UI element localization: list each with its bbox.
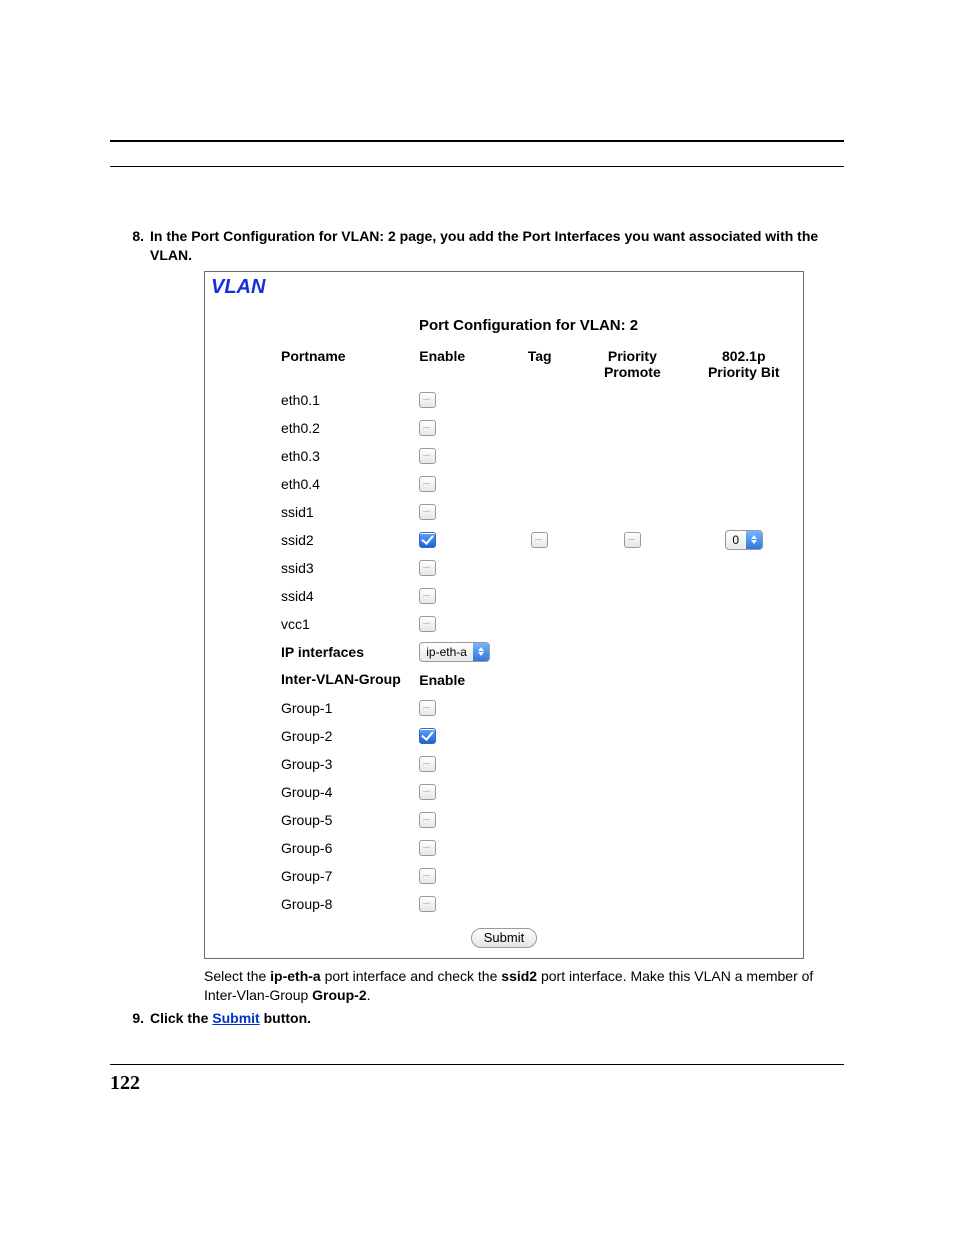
table-row: eth0.1 xyxy=(275,386,795,414)
table-row: ssid1 xyxy=(275,498,795,526)
checkbox-enable[interactable] xyxy=(419,504,436,520)
step-number: 9. xyxy=(110,1009,150,1028)
table-row: Group-8 xyxy=(275,890,795,918)
rule-footer xyxy=(110,1064,844,1065)
group-name: Group-7 xyxy=(275,862,413,890)
section-title: Port Configuration for VLAN: 2 xyxy=(205,299,803,344)
panel-heading: VLAN xyxy=(205,276,803,299)
table-row: Group-6 xyxy=(275,834,795,862)
port-name: ssid1 xyxy=(275,498,413,526)
group-name: Group-1 xyxy=(275,694,413,722)
table-row: vcc1 xyxy=(275,610,795,638)
text: Select the xyxy=(204,968,270,984)
vlan-config-panel: VLAN Port Configuration for VLAN: 2 Port… xyxy=(204,271,804,959)
text-bold: ip-eth-a xyxy=(270,968,321,984)
ip-interfaces-label: IP interfaces xyxy=(275,638,413,666)
group-name: Group-3 xyxy=(275,750,413,778)
rule-top xyxy=(110,140,844,142)
submit-link[interactable]: Submit xyxy=(212,1010,259,1026)
col-8021p: 802.1p Priority Bit xyxy=(692,344,795,386)
step-number: 8. xyxy=(110,227,150,265)
checkbox-enable[interactable] xyxy=(419,420,436,436)
table-row: Group-4 xyxy=(275,778,795,806)
text-bold: ssid2 xyxy=(501,968,537,984)
checkbox-priority-promote[interactable] xyxy=(624,532,641,548)
step-text: In the Port Configuration for VLAN: 2 pa… xyxy=(150,227,844,265)
port-name: ssid2 xyxy=(275,526,413,554)
submit-button[interactable]: Submit xyxy=(471,928,537,948)
stepper-icon xyxy=(473,643,489,661)
text-bold: Group-2 xyxy=(312,987,366,1003)
stepper-icon xyxy=(746,531,762,549)
checkbox-enable[interactable] xyxy=(419,896,436,912)
table-row: eth0.2 xyxy=(275,414,795,442)
checkbox-enable[interactable] xyxy=(419,756,436,772)
step-text: Click the Submit button. xyxy=(150,1009,844,1028)
table-row: Group-5 xyxy=(275,806,795,834)
inter-vlan-enable-label: Enable xyxy=(413,666,507,694)
checkbox-enable[interactable] xyxy=(419,476,436,492)
group-name: Group-6 xyxy=(275,834,413,862)
checkbox-enable[interactable] xyxy=(419,728,436,744)
checkbox-enable[interactable] xyxy=(419,560,436,576)
checkbox-enable[interactable] xyxy=(419,532,436,548)
inter-vlan-header-row: Inter-VLAN-Group Enable xyxy=(275,666,795,694)
checkbox-enable[interactable] xyxy=(419,448,436,464)
port-name: vcc1 xyxy=(275,610,413,638)
step-8: 8. In the Port Configuration for VLAN: 2… xyxy=(110,227,844,265)
table-row: ssid4 xyxy=(275,582,795,610)
table-row: Group-1 xyxy=(275,694,795,722)
table-row: eth0.4 xyxy=(275,470,795,498)
text: button. xyxy=(260,1010,311,1026)
table-row: Group-3 xyxy=(275,750,795,778)
page-number: 122 xyxy=(110,1072,140,1095)
ip-interfaces-select[interactable]: ip-eth-a xyxy=(419,642,490,662)
submit-row: Submit xyxy=(205,918,803,948)
col-priority-promote: Priority Promote xyxy=(572,344,692,386)
checkbox-enable[interactable] xyxy=(419,812,436,828)
checkbox-enable[interactable] xyxy=(419,868,436,884)
group-name: Group-8 xyxy=(275,890,413,918)
select-value: 0 xyxy=(726,533,746,547)
col-portname: Portname xyxy=(275,344,413,386)
checkbox-enable[interactable] xyxy=(419,840,436,856)
group-name: Group-5 xyxy=(275,806,413,834)
text: port interface and check the xyxy=(321,968,502,984)
ip-interfaces-row: IP interfaces ip-eth-a xyxy=(275,638,795,666)
checkbox-enable[interactable] xyxy=(419,392,436,408)
checkbox-enable[interactable] xyxy=(419,700,436,716)
checkbox-enable[interactable] xyxy=(419,588,436,604)
port-name: eth0.3 xyxy=(275,442,413,470)
table-row: ssid2 0 xyxy=(275,526,795,554)
checkbox-tag[interactable] xyxy=(531,532,548,548)
table-row: Group-7 xyxy=(275,862,795,890)
text: Click the xyxy=(150,1010,212,1026)
table-row: ssid3 xyxy=(275,554,795,582)
col-enable: Enable xyxy=(413,344,507,386)
checkbox-enable[interactable] xyxy=(419,784,436,800)
col-tag: Tag xyxy=(507,344,572,386)
checkbox-enable[interactable] xyxy=(419,616,436,632)
port-name: ssid4 xyxy=(275,582,413,610)
inter-vlan-label: Inter-VLAN-Group xyxy=(275,666,413,694)
table-row: Group-2 xyxy=(275,722,795,750)
document-page: 8. In the Port Configuration for VLAN: 2… xyxy=(0,0,954,1235)
text: . xyxy=(367,987,371,1003)
group-name: Group-4 xyxy=(275,778,413,806)
port-name: eth0.1 xyxy=(275,386,413,414)
step-8-followup: Select the ip-eth-a port interface and c… xyxy=(204,967,844,1005)
select-value: ip-eth-a xyxy=(420,645,473,659)
table-row: eth0.3 xyxy=(275,442,795,470)
cell-enable xyxy=(413,386,507,414)
priority-bit-select[interactable]: 0 xyxy=(725,530,763,550)
port-name: eth0.4 xyxy=(275,470,413,498)
table-header-row: Portname Enable Tag Priority Promote 802… xyxy=(275,344,795,386)
rule-sub xyxy=(110,166,844,167)
group-name: Group-2 xyxy=(275,722,413,750)
step-9: 9. Click the Submit button. xyxy=(110,1009,844,1028)
port-config-table: Portname Enable Tag Priority Promote 802… xyxy=(275,344,795,918)
port-name: ssid3 xyxy=(275,554,413,582)
port-name: eth0.2 xyxy=(275,414,413,442)
